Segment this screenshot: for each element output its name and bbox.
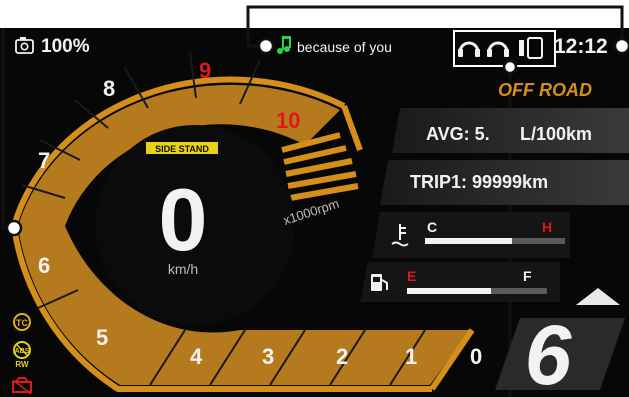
headset-icon <box>487 41 509 57</box>
annotation-dot <box>257 37 275 55</box>
song-title: because of you <box>297 39 392 55</box>
avg-consumption-label: AVG: 5. <box>426 124 490 144</box>
tach-tick: 5 <box>96 325 108 350</box>
tach-tick: 2 <box>336 344 348 369</box>
speed-value: 0 <box>159 170 208 269</box>
clock: 12:12 <box>554 35 608 58</box>
annotation-dot <box>5 219 23 237</box>
temp-gauge-fill <box>425 238 512 244</box>
tach-tick: 0 <box>470 344 482 369</box>
svg-text:TC: TC <box>16 318 28 328</box>
phone-icon <box>519 37 543 59</box>
camera-battery-icon <box>15 37 34 54</box>
fuel-high-label: F <box>523 268 532 284</box>
redline-stripes <box>281 132 359 201</box>
tach-tick: 1 <box>405 344 417 369</box>
riding-mode: OFF ROAD <box>498 80 592 100</box>
abs-rw-icon: ABS RW <box>13 341 31 369</box>
tach-tick-redline: 10 <box>276 108 300 133</box>
headset-icon <box>458 41 480 57</box>
dashboard-screenshot: 0 1 2 3 4 5 6 7 8 9 10 x1000rpm 0 km/h S… <box>0 0 629 397</box>
music-note-icon <box>277 36 291 54</box>
engine-warning-icon <box>12 377 32 395</box>
gear-up-arrow-icon <box>576 288 620 305</box>
battery-percent: 100% <box>41 36 90 57</box>
fuel-low-label: E <box>407 268 416 284</box>
fuel-gauge-fill <box>407 288 491 294</box>
temp-high-label: H <box>542 219 552 235</box>
side-stand-label: SIDE STAND <box>155 144 209 154</box>
gear-value: 6 <box>525 308 573 397</box>
svg-text:ABS: ABS <box>15 348 30 355</box>
svg-text:RW: RW <box>15 360 29 369</box>
tach-tick: 7 <box>38 148 50 173</box>
temp-low-label: C <box>427 219 437 235</box>
annotation-dot <box>613 37 629 55</box>
traction-control-icon: TC <box>13 313 31 331</box>
speed-unit: km/h <box>168 261 198 277</box>
tach-tick: 8 <box>103 76 115 101</box>
tach-tick: 3 <box>262 344 274 369</box>
tach-tick: 6 <box>38 253 50 278</box>
avg-consumption-unit: L/100km <box>520 124 592 144</box>
dashboard-graphics: 0 1 2 3 4 5 6 7 8 9 10 x1000rpm 0 km/h S… <box>1 5 629 397</box>
annotation-dot <box>502 59 518 75</box>
tach-tick-redline: 9 <box>199 58 211 83</box>
tach-tick: 4 <box>190 344 203 369</box>
trip-distance: TRIP1: 99999km <box>410 172 548 192</box>
